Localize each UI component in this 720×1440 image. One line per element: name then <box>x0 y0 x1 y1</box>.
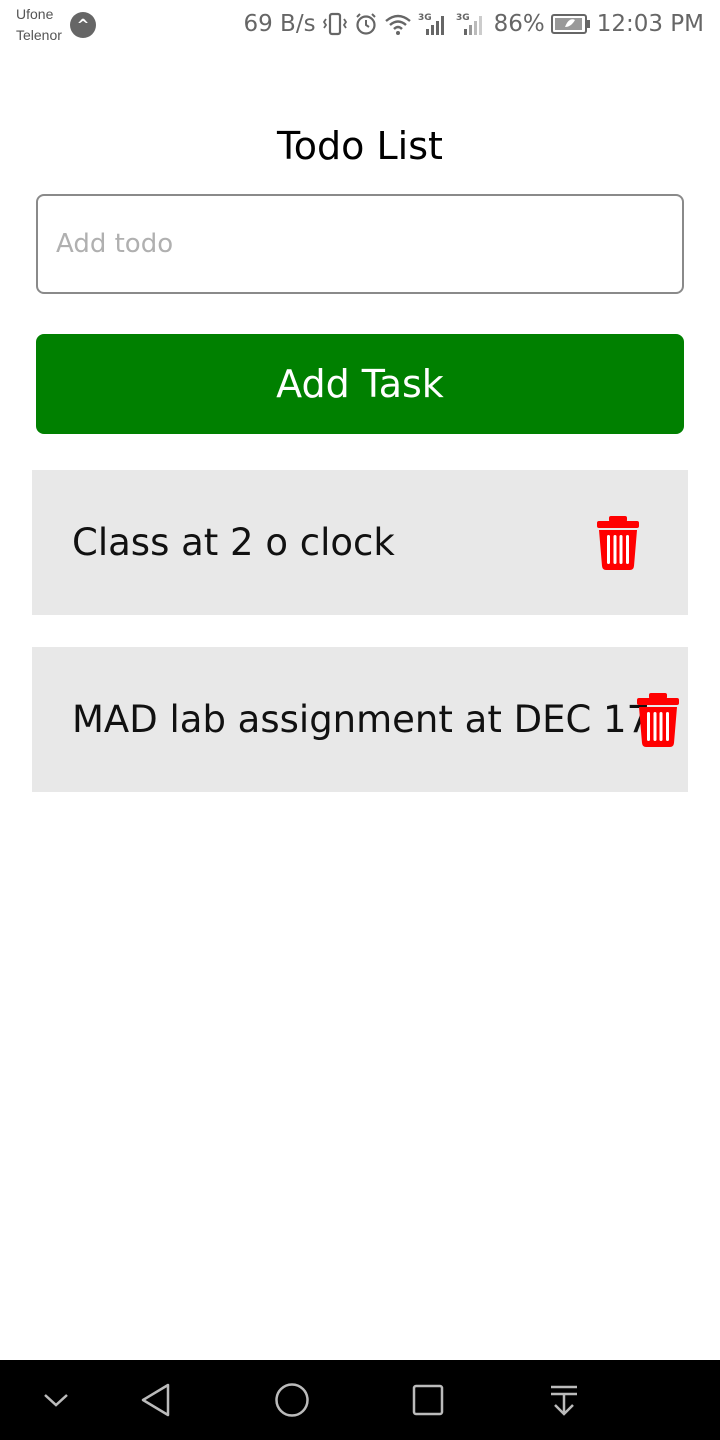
carrier-2: Telenor <box>16 27 62 43</box>
status-indicators: 69 B/s 3G 3G 86% 12:03 PM <box>243 8 704 40</box>
todo-text: Class at 2 o clock <box>72 521 395 564</box>
arrow-up-circle-icon: ^ <box>70 12 96 38</box>
signal-icon-1: 3G <box>418 11 450 37</box>
todo-list: Class at 2 o clock MAD lab assignment at… <box>32 470 688 824</box>
trash-icon[interactable] <box>636 693 680 747</box>
back-icon[interactable] <box>134 1378 178 1422</box>
svg-text:3G: 3G <box>418 13 432 23</box>
vibrate-icon <box>322 11 348 37</box>
carrier-names: Ufone Telenor <box>16 4 62 46</box>
carrier-1: Ufone <box>16 6 54 22</box>
recents-icon[interactable] <box>406 1378 450 1422</box>
home-icon[interactable] <box>270 1378 314 1422</box>
add-task-button[interactable]: Add Task <box>36 334 684 434</box>
alarm-icon <box>354 12 378 36</box>
todo-item: MAD lab assignment at DEC 17 <box>32 647 688 792</box>
add-todo-input[interactable] <box>36 194 684 294</box>
todo-text: MAD lab assignment at DEC 17 <box>72 698 651 741</box>
todo-item: Class at 2 o clock <box>32 470 688 615</box>
signal-icon-2: 3G <box>456 11 488 37</box>
battery-icon <box>550 13 591 35</box>
trash-icon[interactable] <box>596 516 640 570</box>
wifi-icon <box>384 12 412 36</box>
notification-pull-icon[interactable] <box>542 1378 586 1422</box>
chevron-down-icon[interactable] <box>34 1378 78 1422</box>
net-speed: 69 B/s <box>243 11 316 37</box>
clock: 12:03 PM <box>596 11 704 37</box>
status-bar: Ufone Telenor ^ 69 B/s 3G 3G 86% 12:03 P… <box>0 0 720 52</box>
page-title: Todo List <box>277 124 443 168</box>
navigation-bar <box>0 1360 720 1440</box>
battery-percent: 86% <box>493 11 545 37</box>
svg-text:3G: 3G <box>456 13 470 23</box>
